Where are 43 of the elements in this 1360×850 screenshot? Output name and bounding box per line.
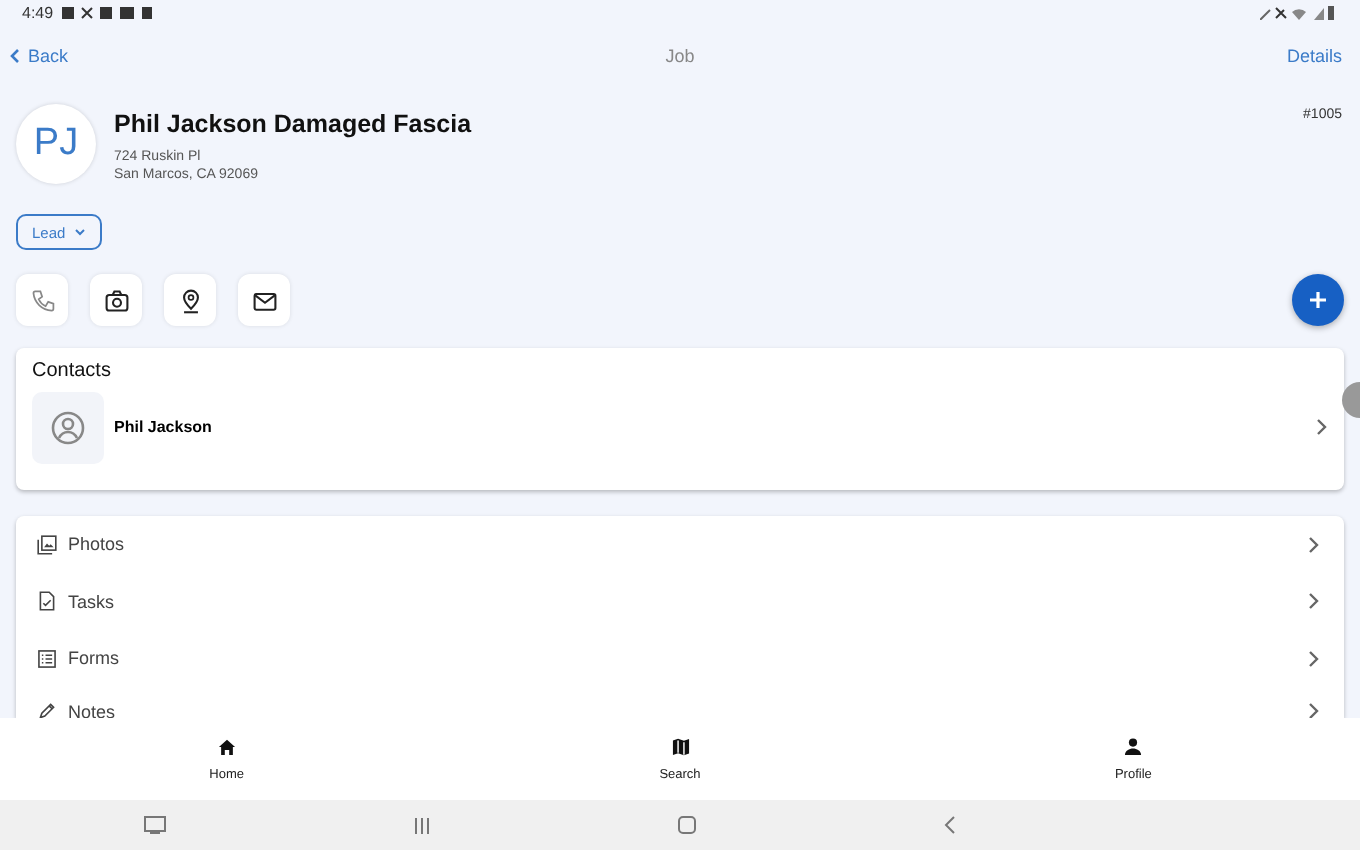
chevron-right-icon [1308,649,1320,668]
chevron-right-icon [1308,535,1320,554]
section-row[interactable]: Forms [16,630,1344,687]
recent-apps-icon[interactable] [414,817,430,833]
initials-avatar: PJ [16,104,96,184]
details-button[interactable]: Details [1286,46,1342,66]
screen-icon[interactable] [144,816,166,834]
envelope-icon [251,287,277,313]
chevron-right-icon [1308,592,1320,611]
status-time: 4:49 [22,4,54,22]
section-row[interactable]: Tasks [16,573,1344,630]
back-button[interactable]: Back [10,46,69,66]
notification-icons [61,6,158,20]
camera-button[interactable] [90,274,142,326]
camera-icon [103,287,129,313]
section-row[interactable]: Photos [16,516,1344,573]
phone-icon [29,287,55,313]
photos-icon [36,533,58,556]
map-icon [669,736,691,758]
contact-row[interactable]: Phil Jackson [32,390,1328,464]
job-title: Phil Jackson Damaged Fascia [114,110,474,138]
checked-document-icon [36,590,58,613]
section-row[interactable]: Notes [16,687,1344,718]
home-icon [215,736,238,758]
chevron-down-icon [73,228,86,236]
location-pin-icon [177,287,203,313]
chevron-left-icon [10,48,20,64]
phone-button[interactable] [16,274,68,326]
chevron-right-icon [1308,702,1320,718]
chevron-right-icon [1316,418,1328,436]
envelope-button[interactable] [238,274,290,326]
pencil-icon [36,700,58,718]
system-status-icons [1260,6,1336,20]
person-icon [1122,736,1145,758]
user-avatar-icon [50,409,86,445]
plus-icon [1308,290,1328,310]
location-pin-button[interactable] [164,274,216,326]
card-title: Contacts [32,360,113,382]
list-document-icon [36,647,58,670]
screen-title: Job [665,46,695,66]
add-button[interactable] [1292,274,1344,326]
back-icon[interactable] [944,816,956,834]
home-button-icon[interactable] [678,816,696,834]
